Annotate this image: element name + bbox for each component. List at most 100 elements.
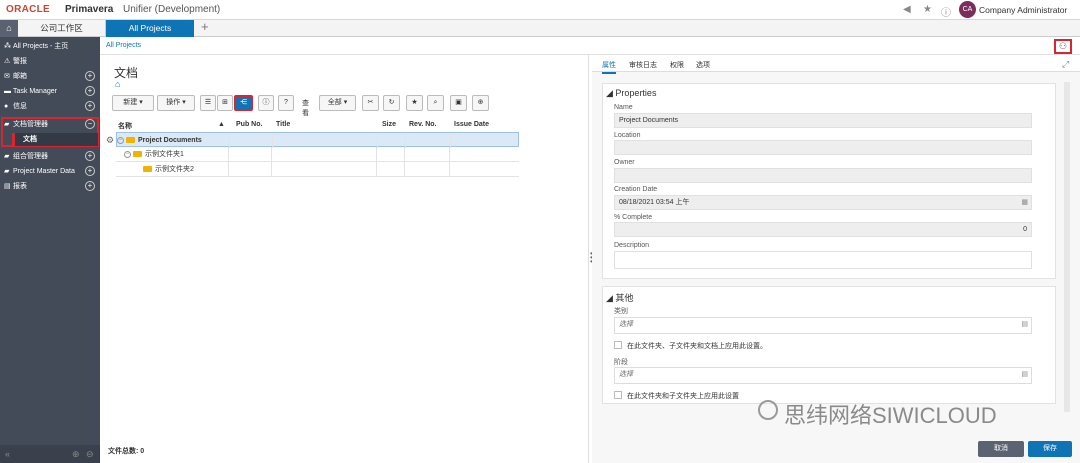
wechat-icon [758,400,778,420]
row-name: 示例文件夹2 [155,166,194,173]
help-icon[interactable]: ? [278,95,294,111]
collapse-toggle-icon[interactable]: − [124,150,131,158]
sort-asc-icon[interactable]: ▲ [218,121,225,128]
tab-audit-log[interactable]: 审核日志 [629,60,657,70]
picker-icon[interactable]: ▤ [1021,368,1028,381]
top-bar: ORACLE Primavera Unifier (Development) ◀… [0,0,1080,20]
star-icon[interactable]: ★ [923,4,932,15]
tab-properties[interactable]: 属性 [602,60,616,74]
owner-label: Owner [614,159,635,166]
help-icon[interactable]: ⓘ [941,4,951,19]
expand-icon[interactable]: ⤢ [1062,59,1069,70]
col-title[interactable]: Title [276,121,290,128]
announce-icon[interactable]: ◀ [903,4,911,15]
tab-permissions[interactable]: 权限 [670,60,684,70]
picker-icon[interactable]: ▤ [1021,318,1028,331]
expand-plus-icon[interactable]: + [85,86,95,96]
expand-plus-icon[interactable]: + [85,101,95,111]
sidebar-subitem-documents[interactable]: 文档 [12,133,98,146]
calendar-icon[interactable]: ▦ [1021,196,1028,209]
oracle-logo: ORACLE [6,4,51,15]
sidebar: ⁂ All Projects - 主页 ⚠ 警报 ✉ 邮箱 + ▬ Task Manag… [0,37,100,463]
table-row[interactable]: ⚙ − Project Documents [106,132,519,148]
expand-plus-icon[interactable]: + [85,151,95,161]
grid-view-icon[interactable]: ⊞ [217,95,233,111]
table-row[interactable]: − 示例文件夹1 [116,147,519,162]
table-row[interactable]: 示例文件夹2 [116,162,519,177]
folder-icon: ▰ [4,168,10,175]
category-label: 类别 [614,308,628,315]
warning-icon: ⚠ [4,58,11,65]
folder-icon: ▰ [4,153,10,160]
refresh-icon[interactable]: ↻ [383,95,400,111]
collapse-toggle-icon[interactable]: − [117,136,124,144]
collapse-sidebar-icon[interactable]: « [5,449,10,459]
add-tab-button[interactable]: + [201,19,209,34]
properties-card: ◢ Properties Name Project Documents Loca… [602,83,1056,279]
sidebar-item-info[interactable]: ● 信息 + [0,99,100,114]
expand-plus-icon[interactable]: + [85,71,95,81]
star-icon[interactable]: ★ [406,95,423,111]
category-picker[interactable]: 选择 ▤ [614,317,1032,334]
tree-view-icon[interactable]: ⋲ [234,95,253,111]
expand-plus-icon[interactable]: + [85,166,95,176]
location-field [614,140,1032,155]
tab-company-workspace[interactable]: 公司工作区 [18,20,106,37]
sidebar-item-label: 组合管理器 [13,153,48,160]
save-button[interactable]: 保存 [1028,441,1072,457]
phase-label: 阶段 [614,359,628,366]
apply-subfolders-checkbox[interactable] [614,391,622,399]
avatar[interactable]: CA [959,1,976,18]
view-select[interactable]: 全部 ▾ [319,95,356,111]
user-menu[interactable]: Company Administrator [979,5,1067,15]
phase-picker[interactable]: 选择 ▤ [614,367,1032,384]
sidebar-item-task-manager[interactable]: ▬ Task Manager + [0,84,100,99]
breadcrumb-all-projects[interactable]: All Projects [106,42,141,49]
description-label: Description [614,242,650,249]
user-settings-icon[interactable]: ⚇ [1054,39,1072,54]
details-tabs: 属性 审核日志 权限 选项 ⤢ [592,55,1080,74]
new-button[interactable]: 新建 ▾ [112,95,154,111]
home-icon[interactable]: ⌂ [115,79,120,89]
collapse-minus-icon[interactable]: − [85,119,95,129]
remove-circle-icon[interactable]: ⊖ [86,445,94,463]
watermark: 思纬网络SIWICLOUD [784,403,997,428]
sidebar-item-document-manager[interactable]: ▰ 文档管理器 − [0,117,100,132]
add-icon[interactable]: ⊕ [472,95,489,111]
sidebar-item-portfolio-manager[interactable]: ▰ 组合管理器 + [0,149,100,164]
tab-options[interactable]: 选项 [696,60,710,70]
list-view-icon[interactable]: ☰ [200,95,216,111]
sidebar-item-reports[interactable]: ▤ 报表 + [0,179,100,194]
percent-complete-field: 0 [614,222,1032,237]
apply-subfolders-label: 在此文件夹和子文件夹上应用此设置 [627,393,739,400]
sidebar-item-home[interactable]: ⁂ All Projects - 主页 [0,39,100,54]
home-icon[interactable]: ⌂ [0,20,18,37]
export-icon[interactable]: ▣ [450,95,467,111]
col-pub-no[interactable]: Pub No. [236,121,262,128]
sidebar-item-mail[interactable]: ✉ 邮箱 + [0,69,100,84]
file-count: 文件总数: 0 [108,448,145,455]
actions-button[interactable]: 操作 ▾ [157,95,195,111]
col-size[interactable]: Size [382,121,396,128]
expand-plus-icon[interactable]: + [85,181,95,191]
sidebar-item-alerts[interactable]: ⚠ 警报 [0,54,100,69]
search-icon[interactable]: ⌕ [427,95,444,111]
tab-all-projects[interactable]: All Projects [106,20,194,37]
other-title: ◢ 其他 [606,293,634,303]
info-icon[interactable]: ⓘ [258,95,274,111]
add-circle-icon[interactable]: ⊕ [72,445,80,463]
description-field[interactable] [614,251,1032,269]
sidebar-item-project-master-data[interactable]: ▰ Project Master Data + [0,164,100,179]
col-name[interactable]: 名称 [118,121,132,131]
row-name: Project Documents [138,137,202,144]
breadcrumb: All Projects ⚇ [100,37,1080,55]
apply-all-checkbox[interactable] [614,341,622,349]
details-scrollbar[interactable] [1064,82,1070,412]
sidebar-item-label: 文档管理器 [13,121,48,128]
col-rev-no[interactable]: Rev. No. [409,121,437,128]
cancel-button[interactable]: 取消 [978,441,1024,457]
col-issue-date[interactable]: Issue Date [454,121,489,128]
tools-icon[interactable]: ✂ [362,95,379,111]
task-icon: ▬ [4,88,11,95]
gear-icon[interactable]: ⚙ [106,133,114,148]
